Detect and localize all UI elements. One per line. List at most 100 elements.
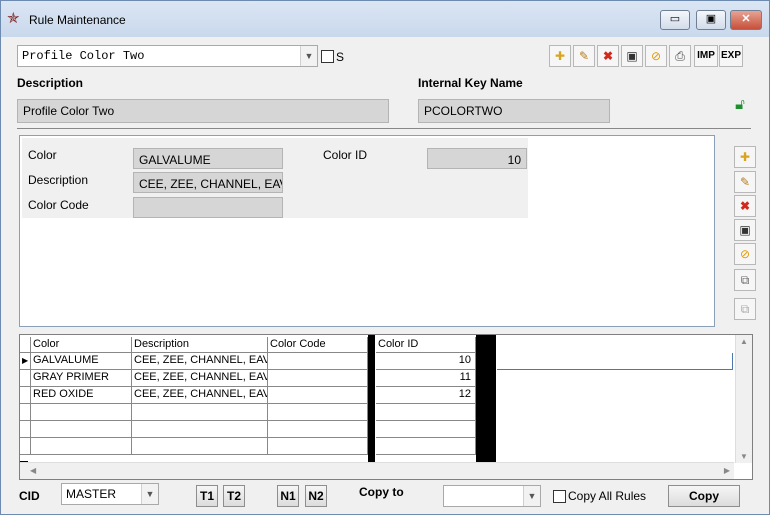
t2-button[interactable]: T2 [223, 485, 245, 507]
table-cell[interactable]: 12 [376, 387, 476, 404]
new-icon[interactable]: ✚ [549, 45, 571, 67]
table-cell[interactable] [268, 438, 368, 455]
color-code-label: Color Code [28, 198, 89, 212]
column-divider [368, 335, 375, 463]
app-star-icon: ✯ [7, 10, 20, 27]
copy-row-icon[interactable]: ⧉ [734, 269, 756, 291]
title-bar: ✯ Rule Maintenance ▭ ▣ ✕ [1, 1, 769, 37]
column-header-color-code[interactable]: Color Code [268, 337, 368, 353]
maximize-button[interactable]: ▣ [696, 10, 726, 30]
table-cell[interactable]: GRAY PRIMER [31, 370, 132, 387]
color-field[interactable]: GALVALUME [133, 148, 283, 169]
table-cell[interactable] [268, 353, 368, 370]
column-divider [476, 335, 496, 463]
row-selector[interactable] [20, 370, 31, 387]
import-button[interactable]: IMP [694, 45, 718, 67]
color-id-field[interactable]: 10 [427, 148, 527, 169]
internal-key-label: Internal Key Name [418, 76, 523, 90]
row-selector[interactable] [20, 387, 31, 404]
table-cell[interactable] [132, 404, 268, 421]
table-cell[interactable]: GALVALUME [31, 353, 132, 370]
row-selector[interactable] [20, 404, 31, 421]
save-row-icon[interactable]: ▣ [734, 219, 756, 241]
scroll-left-icon[interactable]: ◀ [30, 466, 36, 475]
cancel-icon[interactable]: ⊘ [645, 45, 667, 67]
n1-button[interactable]: N1 [277, 485, 299, 507]
color-code-field[interactable] [133, 197, 283, 218]
table-cell[interactable] [31, 404, 132, 421]
n2-button[interactable]: N2 [305, 485, 327, 507]
table-cell[interactable] [376, 404, 476, 421]
chevron-down-icon[interactable]: ▼ [141, 484, 158, 504]
table-cell[interactable] [268, 421, 368, 438]
table-cell[interactable]: 10 [376, 353, 476, 370]
print-icon[interactable]: ⎙ [669, 45, 691, 67]
t1-button[interactable]: T1 [196, 485, 218, 507]
row-selector[interactable] [20, 421, 31, 438]
color-id-label: Color ID [323, 148, 368, 162]
table-cell[interactable]: 11 [376, 370, 476, 387]
horizontal-scrollbar[interactable]: ◀ ▶ [20, 462, 734, 479]
rule-maintenance-window: ✯ Rule Maintenance ▭ ▣ ✕ Profile Color T… [0, 0, 770, 515]
minimize-button[interactable]: ▭ [660, 10, 690, 30]
cancel-row-icon[interactable]: ⊘ [734, 243, 756, 265]
unlock-icon[interactable]: 🔓︎ [730, 95, 750, 115]
rule-select[interactable]: Profile Color Two ▼ [17, 45, 318, 67]
description-field[interactable]: Profile Color Two [17, 99, 389, 123]
row-selector[interactable] [20, 438, 31, 455]
detail-description-label: Description [28, 173, 89, 187]
internal-key-field[interactable]: PCOLORTWO [418, 99, 610, 123]
table-cell[interactable] [31, 438, 132, 455]
window-title: Rule Maintenance [29, 13, 126, 27]
rule-select-value: Profile Color Two [22, 49, 145, 63]
table-cell[interactable]: RED OXIDE [31, 387, 132, 404]
chevron-down-icon[interactable]: ▼ [523, 486, 540, 506]
copy-button[interactable]: Copy [668, 485, 740, 507]
scroll-right-icon[interactable]: ▶ [724, 466, 730, 475]
detail-form: Color GALVALUME Description CEE, ZEE, CH… [22, 138, 528, 218]
table-cell[interactable] [268, 404, 368, 421]
cid-label: CID [19, 489, 40, 503]
table-cell[interactable]: CEE, ZEE, CHANNEL, EAVE [132, 387, 268, 404]
cid-select-value: MASTER [66, 487, 117, 501]
copy-all-rules-checkbox[interactable] [553, 490, 566, 503]
close-button[interactable]: ✕ [730, 10, 762, 30]
row-header-corner [20, 337, 31, 353]
table-cell[interactable] [268, 387, 368, 404]
column-header-color[interactable]: Color [31, 337, 132, 353]
save-icon[interactable]: ▣ [621, 45, 643, 67]
export-button[interactable]: EXP [719, 45, 743, 67]
paste-row-icon[interactable]: ⧉ [734, 298, 756, 320]
add-row-icon[interactable]: ✚ [734, 146, 756, 168]
cid-select[interactable]: MASTER ▼ [61, 483, 159, 505]
row-selector[interactable]: ▶ [20, 353, 31, 370]
header-separator [17, 128, 751, 129]
vertical-scrollbar[interactable]: ▲ ▼ [735, 335, 752, 463]
table-cell[interactable]: CEE, ZEE, CHANNEL, EAVE [132, 370, 268, 387]
rules-grid: Color Description Color Code Color ID ▶ … [19, 334, 753, 480]
s-checkbox[interactable] [321, 50, 334, 63]
edit-icon[interactable]: ✎ [573, 45, 595, 67]
column-header-color-id[interactable]: Color ID [376, 337, 476, 353]
delete-icon[interactable]: ✖ [597, 45, 619, 67]
table-cell[interactable] [376, 438, 476, 455]
table-cell[interactable] [497, 353, 733, 370]
table-cell[interactable] [268, 370, 368, 387]
copy-to-label: Copy to [359, 485, 404, 499]
table-cell[interactable] [376, 421, 476, 438]
detail-description-field[interactable]: CEE, ZEE, CHANNEL, EAV [133, 172, 283, 193]
copy-to-select[interactable]: ▼ [443, 485, 541, 507]
detail-panel: Color GALVALUME Description CEE, ZEE, CH… [19, 135, 715, 327]
chevron-down-icon[interactable]: ▼ [300, 46, 317, 66]
copy-all-rules-label: Copy All Rules [568, 489, 647, 503]
edit-row-icon[interactable]: ✎ [734, 171, 756, 193]
table-cell[interactable] [132, 438, 268, 455]
scroll-up-icon[interactable]: ▲ [740, 337, 748, 346]
table-cell[interactable]: CEE, ZEE, CHANNEL, EAVE [132, 353, 268, 370]
table-cell[interactable] [31, 421, 132, 438]
column-header-description[interactable]: Description [132, 337, 268, 353]
table-cell[interactable] [132, 421, 268, 438]
scroll-down-icon[interactable]: ▼ [740, 452, 748, 461]
color-label: Color [28, 148, 57, 162]
delete-row-icon[interactable]: ✖ [734, 195, 756, 217]
